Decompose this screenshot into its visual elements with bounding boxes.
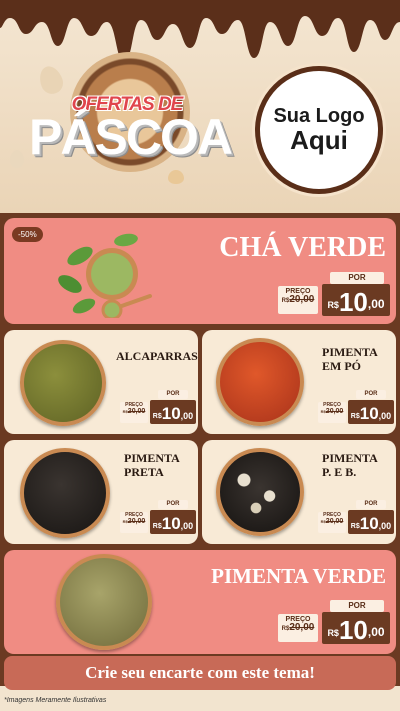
old-price: PREÇO R$20,00 xyxy=(318,402,346,423)
por-label: POR xyxy=(356,390,386,399)
chili-powder-image xyxy=(216,338,304,426)
product-card-cha-verde[interactable]: -50% CHÁ VERDE POR PREÇO R$20,00 R$ 10 ,… xyxy=(4,218,396,324)
footnote: *Imagens Meramente Ilustrativas xyxy=(4,697,107,704)
por-label: POR xyxy=(158,500,188,509)
new-price: R$ 10 ,00 xyxy=(322,284,390,316)
por-label: POR xyxy=(330,600,384,612)
logo-text-line1: Sua Logo xyxy=(273,104,365,127)
price-decimal: ,00 xyxy=(367,625,385,639)
price-decimal: ,00 xyxy=(378,411,392,421)
old-price: PREÇO R$20,00 xyxy=(318,512,346,533)
price-integer: 10 xyxy=(359,404,379,423)
old-value: 20,00 xyxy=(289,622,315,634)
chocolate-drip xyxy=(0,0,400,62)
new-price: R$ 10 ,00 xyxy=(348,400,394,424)
product-card-pimenta-verde[interactable]: PIMENTA VERDE POR PREÇO R$20,00 R$ 10 ,0… xyxy=(4,550,396,654)
price-integer: 10 xyxy=(161,404,181,423)
product-name: PIMENTA EM PÓ xyxy=(322,345,378,373)
price-tag: POR PREÇO R$20,00 R$ 10 ,00 xyxy=(278,270,390,318)
old-value: 20,00 xyxy=(325,408,344,416)
price-decimal: ,00 xyxy=(180,411,194,421)
product-name: CHÁ VERDE xyxy=(219,232,386,263)
cta-banner[interactable]: Crie seu encarte com este tema! xyxy=(4,656,396,690)
por-label: POR xyxy=(158,390,188,399)
product-name: PIMENTA VERDE xyxy=(211,564,386,588)
price-integer: 10 xyxy=(359,514,379,533)
old-price: PREÇO R$20,00 xyxy=(120,512,148,533)
price-integer: 10 xyxy=(338,615,368,645)
old-price: PREÇO R$20,00 xyxy=(120,402,148,423)
green-pepper-image xyxy=(56,554,152,650)
currency: R$ xyxy=(152,523,162,530)
por-label: POR xyxy=(356,500,386,509)
header-banner: OFERTAS DE PÁSCOA Sua Logo Aqui xyxy=(0,0,400,215)
currency: R$ xyxy=(152,413,162,420)
product-name: PIMENTA P. E B. xyxy=(322,451,378,479)
price-decimal: ,00 xyxy=(180,521,194,531)
new-price: R$ 10 ,00 xyxy=(348,510,394,534)
old-price: PREÇO R$20,00 xyxy=(278,614,318,642)
old-price: PREÇO R$20,00 xyxy=(278,286,318,314)
price-integer: 10 xyxy=(338,287,368,317)
black-pepper-image xyxy=(20,448,110,538)
price-tag: POR PREÇO R$20,00 R$ 10 ,00 xyxy=(318,500,394,536)
new-price: R$ 10 ,00 xyxy=(322,612,390,644)
old-value: 20,00 xyxy=(289,294,315,306)
logo-placeholder[interactable]: Sua Logo Aqui xyxy=(255,66,383,194)
green-tea-image xyxy=(58,233,152,318)
product-name: PIMENTA PRETA xyxy=(124,451,180,479)
price-decimal: ,00 xyxy=(378,521,392,531)
por-label: POR xyxy=(330,272,384,284)
price-tag: POR PREÇO R$20,00 R$ 10 ,00 xyxy=(318,390,394,426)
mixed-pepper-image xyxy=(216,448,304,536)
product-card-alcaparras[interactable]: ALCAPARRAS POR PREÇO R$20,00 R$ 10 ,00 xyxy=(4,330,198,434)
new-price: R$ 10 ,00 xyxy=(150,510,196,534)
currency: R$ xyxy=(327,300,339,310)
discount-badge: -50% xyxy=(12,227,43,242)
old-value: 20,00 xyxy=(127,518,146,526)
price-integer: 10 xyxy=(161,514,181,533)
old-value: 20,00 xyxy=(325,518,344,526)
price-tag: POR PREÇO R$20,00 R$ 10 ,00 xyxy=(278,598,390,646)
currency: R$ xyxy=(350,413,360,420)
product-name: ALCAPARRAS xyxy=(116,349,198,363)
product-card-pimenta-preta[interactable]: PIMENTA PRETA POR PREÇO R$20,00 R$ 10 ,0… xyxy=(4,440,198,544)
price-tag: POR PREÇO R$20,00 R$ 10 ,00 xyxy=(120,390,196,426)
product-card-pimenta-peb[interactable]: PIMENTA P. E B. POR PREÇO R$20,00 R$ 10 … xyxy=(202,440,396,544)
price-tag: POR PREÇO R$20,00 R$ 10 ,00 xyxy=(120,500,196,536)
currency: R$ xyxy=(350,523,360,530)
new-price: R$ 10 ,00 xyxy=(150,400,196,424)
logo-text-line2: Aqui xyxy=(290,124,348,155)
capers-image xyxy=(20,340,106,426)
currency: R$ xyxy=(327,628,339,638)
heart-decoration xyxy=(168,170,184,184)
old-value: 20,00 xyxy=(127,408,146,416)
title-easter: PÁSCOA xyxy=(29,109,233,165)
price-decimal: ,00 xyxy=(367,297,385,311)
product-card-pimenta-em-po[interactable]: PIMENTA EM PÓ POR PREÇO R$20,00 R$ 10 ,0… xyxy=(202,330,396,434)
